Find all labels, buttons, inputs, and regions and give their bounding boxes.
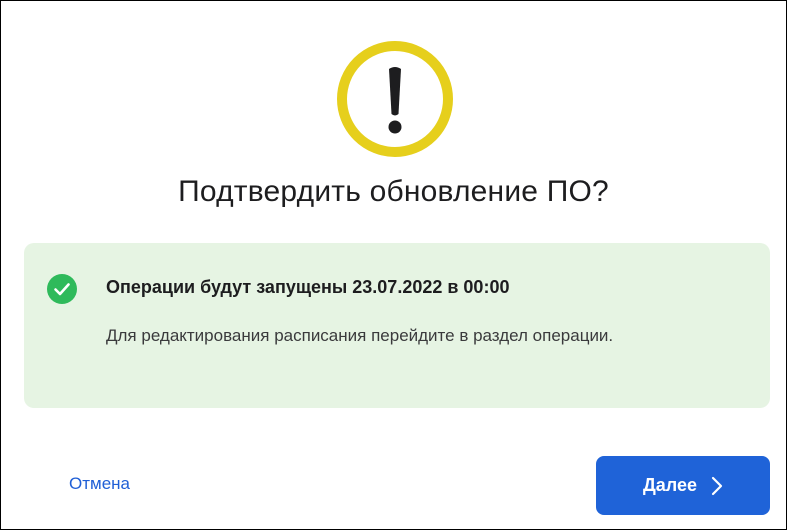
exclamation-circle-icon [337,41,453,157]
cancel-button[interactable]: Отмена [69,474,130,494]
notice-body: Для редактирования расписания перейдите … [106,326,614,345]
chevron-right-icon [711,476,723,495]
confirm-update-dialog: Подтвердить обновление ПО? Операции буду… [0,0,787,530]
notice-heading: Операции будут запущены 23.07.2022 в 00:… [106,277,510,297]
dialog-title: Подтвердить обновление ПО? [178,175,609,208]
check-circle-icon [47,274,77,304]
next-button[interactable]: Далее [596,456,770,515]
next-button-label: Далее [642,475,698,495]
schedule-notice: Операции будут запущены 23.07.2022 в 00:… [24,243,770,408]
